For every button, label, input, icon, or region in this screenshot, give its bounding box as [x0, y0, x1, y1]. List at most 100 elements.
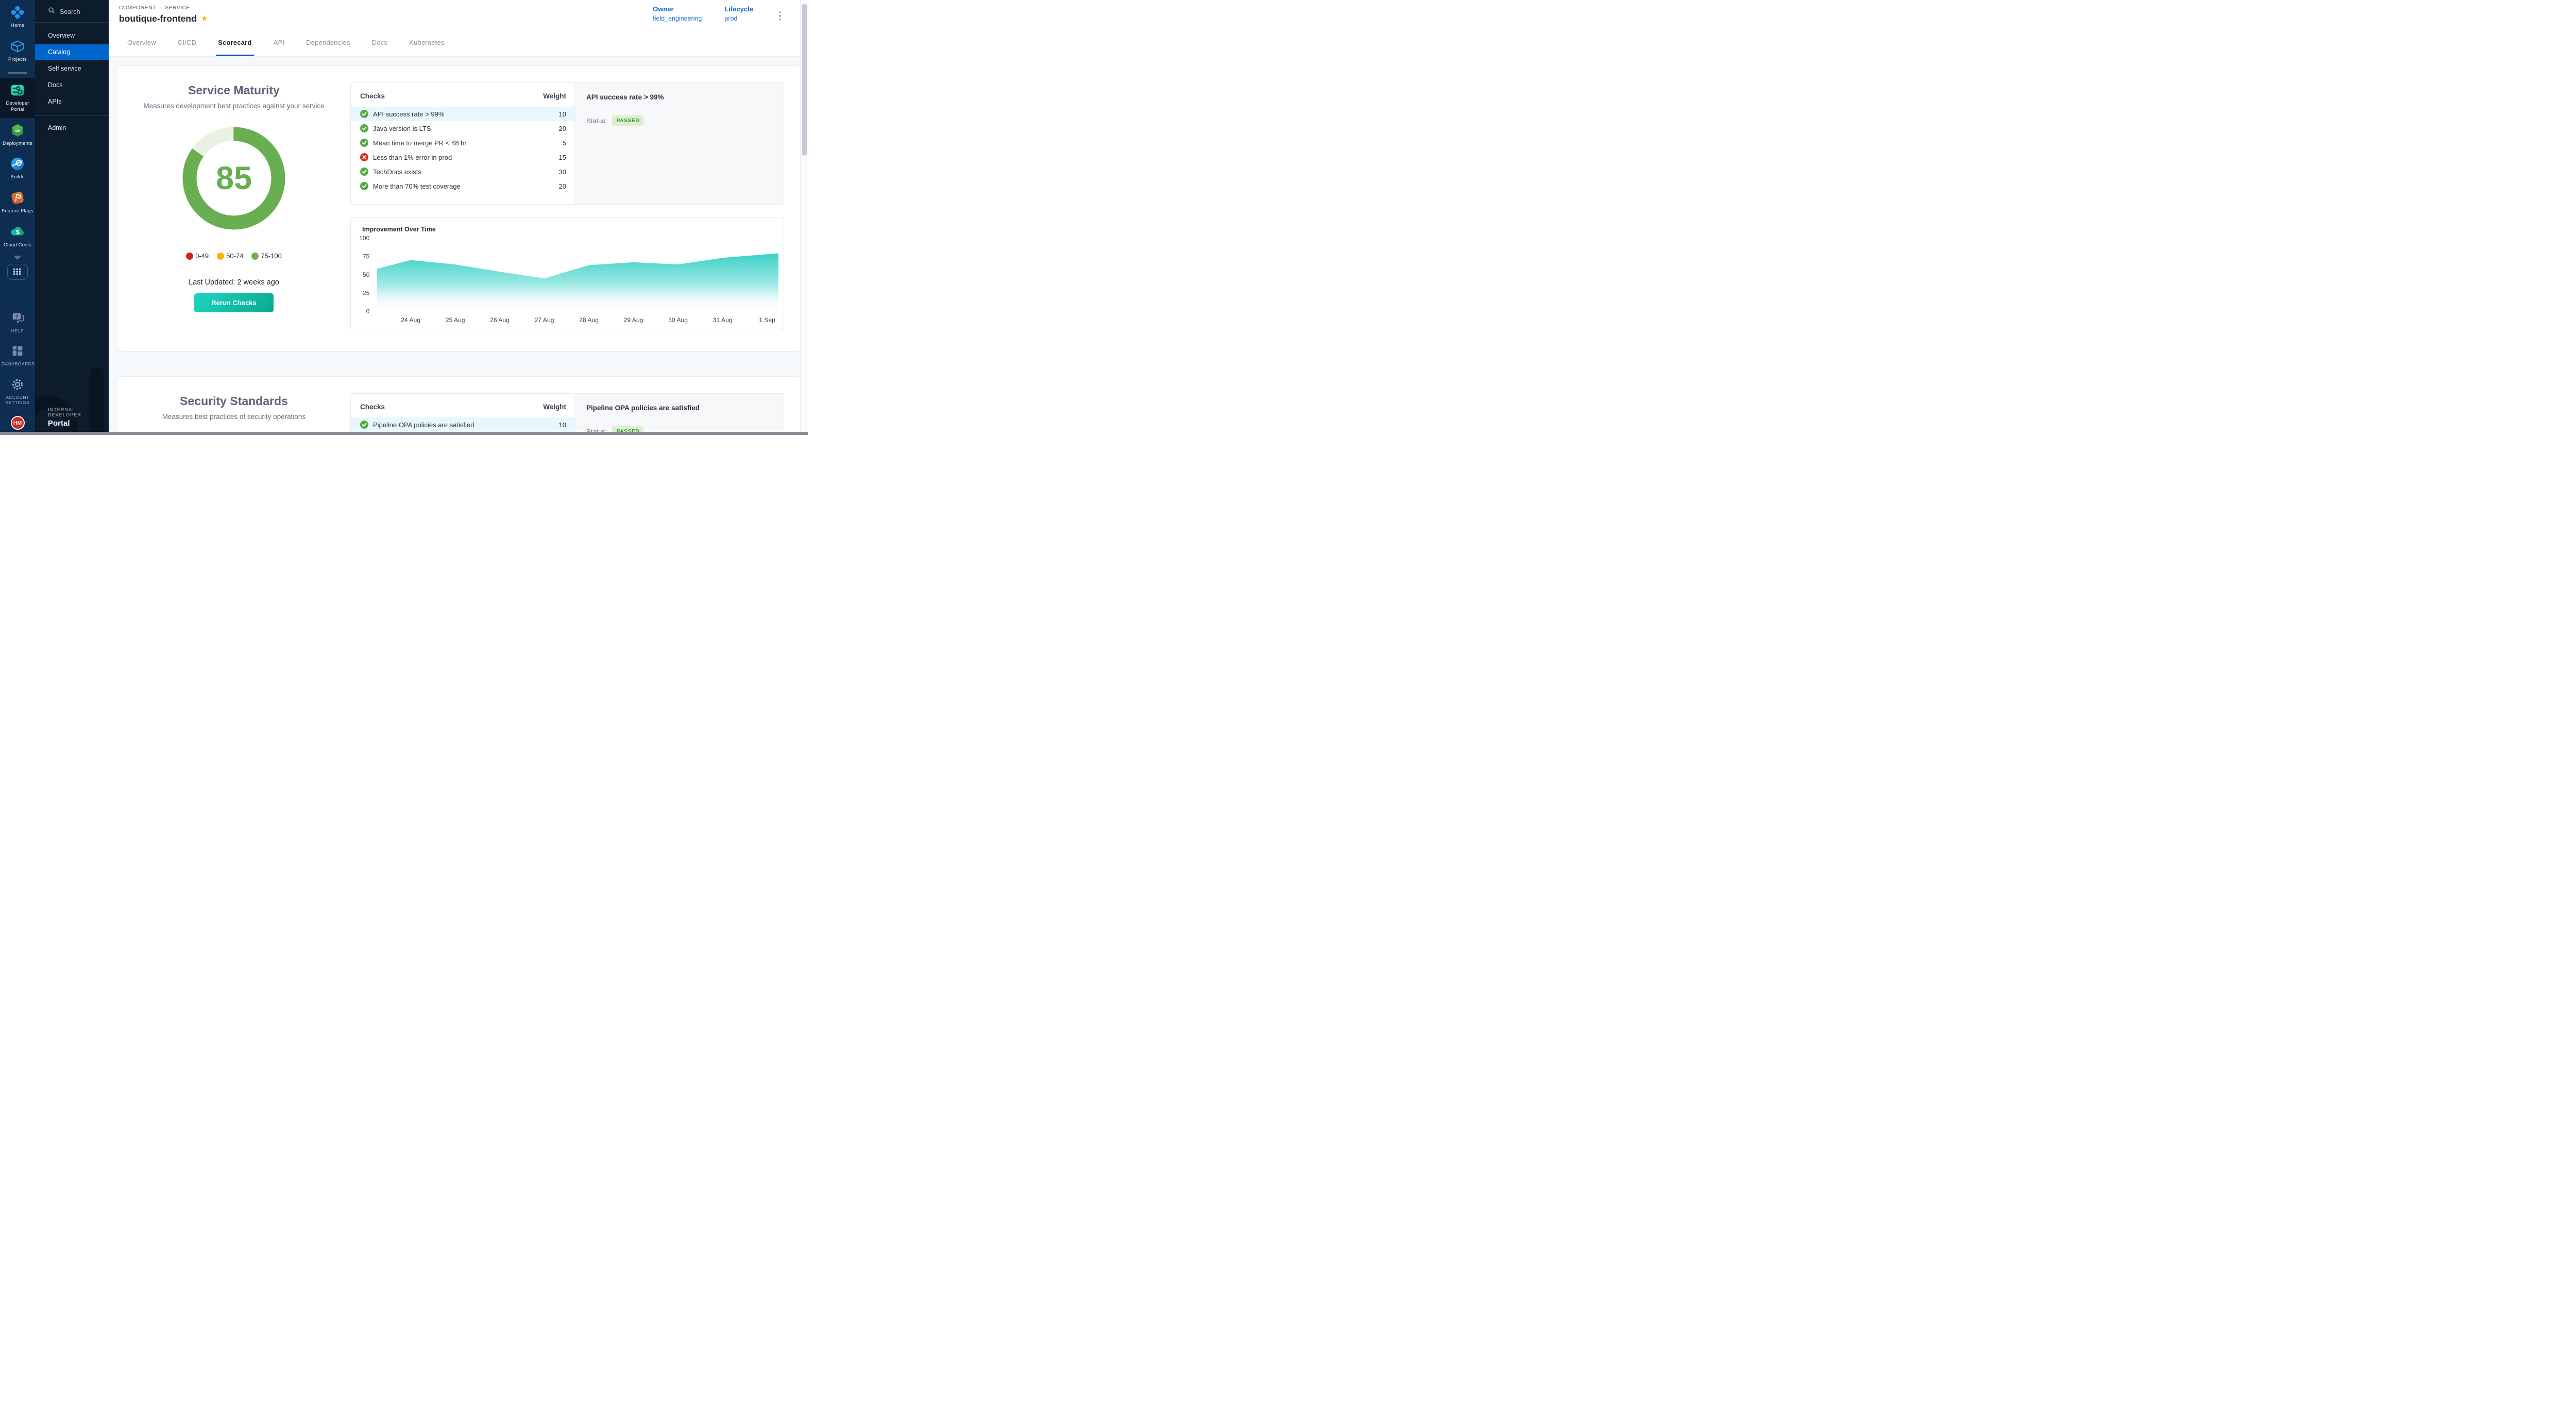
check-label: Less than 1% error in prod	[373, 154, 559, 161]
sidenav-item-apis[interactable]: APIs	[35, 94, 109, 109]
module-home[interactable]: Home	[0, 0, 35, 34]
score-value: 85	[181, 125, 287, 231]
card-title: Service Maturity	[188, 83, 280, 97]
svg-text:1 Sep: 1 Sep	[759, 316, 775, 324]
legend-dot	[251, 253, 259, 260]
owner-label: Owner	[653, 5, 702, 13]
module-picker-button[interactable]	[7, 264, 28, 280]
card-subtitle: Measures best practices of security oper…	[162, 413, 306, 421]
tab-api[interactable]: API	[274, 29, 285, 56]
check-label: Mean time to merge PR < 48 hr	[373, 139, 563, 147]
check-weight: 15	[559, 154, 566, 161]
main-area: COMPONENT — SERVICE boutique-frontend ★ …	[109, 0, 808, 435]
column-header-checks: Checks	[360, 92, 385, 100]
tab-dependencies[interactable]: Dependencies	[306, 29, 350, 56]
grid-dots-icon	[13, 269, 22, 276]
score-legend: 0-4950-7475-100	[186, 252, 282, 260]
last-updated-text: Last Updated: 2 weeks ago	[189, 278, 279, 287]
tab-ci-cd[interactable]: CI/CD	[178, 29, 196, 56]
check-row-less-than-1-error-in-prod[interactable]: Less than 1% error in prod15	[351, 150, 574, 164]
sidenav-item-catalog[interactable]: Catalog	[35, 44, 109, 60]
module-projects[interactable]: Projects	[0, 34, 35, 68]
check-row-techdocs-exists[interactable]: TechDocs exists30	[351, 164, 574, 179]
check-detail-title: Pipeline OPA policies are satisfied	[586, 404, 772, 412]
owner-value-link[interactable]: field_engineering	[653, 15, 702, 22]
module-label: Projects	[8, 57, 27, 63]
portal-eyebrow: INTERNAL DEVELOPER	[48, 407, 109, 417]
side-nav: Search OverviewCatalogSelf serviceDocsAP…	[35, 0, 109, 435]
check-row-java-version-is-lts[interactable]: Java version is LTS20	[351, 121, 574, 136]
checks-table: Checks Weight Pipeline OPA policies are …	[351, 394, 574, 435]
status-label: Status:	[586, 117, 607, 125]
check-row-api-success-rate-99[interactable]: API success rate > 99%10	[351, 107, 574, 121]
legend-label: 0-49	[195, 252, 209, 260]
scorecard-content: Service Maturity Measures development be…	[109, 57, 808, 435]
sidenav-item-self-service[interactable]: Self service	[35, 61, 109, 76]
portal-title: Portal	[48, 419, 109, 428]
favorite-star-icon[interactable]: ★	[201, 15, 208, 23]
home-icon	[10, 5, 25, 20]
module-sidebar: Home Projects Developer Portal ∞ Deployments…	[0, 0, 35, 435]
check-detail-panel: Pipeline OPA policies are satisfied Stat…	[574, 394, 784, 435]
search-placeholder: Search	[60, 8, 80, 15]
svg-text:25 Aug: 25 Aug	[446, 316, 465, 324]
scorecard-card-service-maturity: Service Maturity Measures development be…	[117, 66, 802, 351]
rerun-checks-button[interactable]: Rerun Checks	[194, 293, 274, 312]
svg-text:29 Aug: 29 Aug	[624, 316, 643, 324]
footer-dashboards[interactable]: DASHBOARDS	[0, 339, 35, 372]
svg-text:26 Aug: 26 Aug	[490, 316, 510, 324]
svg-text:0: 0	[366, 308, 370, 315]
chevron-down-icon[interactable]	[13, 256, 22, 260]
module-label: Cloud Costs	[4, 242, 31, 248]
check-label: Java version is LTS	[373, 125, 559, 132]
lifecycle-block: Lifecycle prod	[724, 5, 753, 22]
check-failed-icon	[360, 153, 368, 161]
footer-help[interactable]: ?HELP	[0, 306, 35, 339]
footer-account-settings[interactable]: ACCOUNT SETTINGS	[0, 372, 35, 411]
user-avatar[interactable]: HM	[11, 416, 25, 430]
legend-item: 0-49	[186, 252, 209, 260]
module-feature-flags[interactable]: Feature Flags	[0, 186, 35, 220]
legend-dot	[186, 253, 193, 260]
tab-kubernetes[interactable]: Kubernetes	[409, 29, 445, 56]
sidenav-item-admin[interactable]: Admin	[35, 115, 109, 136]
vertical-scrollbar[interactable]	[800, 0, 808, 432]
legend-label: 50-74	[226, 252, 243, 260]
lifecycle-value[interactable]: prod	[724, 15, 753, 22]
module-label: Feature Flags	[2, 208, 33, 214]
kebab-menu-icon[interactable]	[776, 8, 784, 24]
search-input[interactable]: Search	[35, 0, 109, 22]
check-row-pipeline-opa-policies-are-satisfied[interactable]: Pipeline OPA policies are satisfied10	[351, 417, 574, 432]
module-cloud-costs[interactable]: $Cloud Costs	[0, 220, 35, 254]
scorecard-card-security-standards: Security Standards Measures best practic…	[117, 377, 802, 435]
module-deployments[interactable]: ∞ Deployments	[0, 118, 35, 152]
check-passed-icon	[360, 139, 368, 147]
app-window: Home Projects Developer Portal ∞ Deployments…	[0, 0, 808, 435]
sidenav-item-docs[interactable]: Docs	[35, 77, 109, 93]
developer-portal-icon	[10, 82, 25, 98]
check-weight: 10	[559, 421, 566, 429]
check-passed-icon	[360, 182, 368, 190]
module-label: Builds	[10, 174, 24, 180]
sidenav-item-overview[interactable]: Overview	[35, 28, 109, 43]
tab-docs[interactable]: Docs	[372, 29, 387, 56]
checks-panel: Checks Weight Pipeline OPA policies are …	[350, 393, 784, 435]
entity-header: COMPONENT — SERVICE boutique-frontend ★ …	[109, 0, 808, 29]
tab-overview[interactable]: Overview	[127, 29, 156, 56]
tab-scorecard[interactable]: Scorecard	[218, 29, 251, 56]
dashboards-icon	[10, 343, 25, 359]
breadcrumb: COMPONENT — SERVICE	[119, 5, 208, 11]
module-developer-portal[interactable]: Developer Portal	[0, 78, 35, 118]
improvement-chart-card: Improvement Over Time 025507510024 Aug25…	[350, 217, 784, 330]
module-label: Deployments	[3, 141, 32, 147]
module-builds[interactable]: Builds	[0, 152, 35, 186]
check-row-more-than-70-test-coverage[interactable]: More than 70% test coverage20	[351, 179, 574, 193]
horizontal-scrollbar[interactable]	[0, 432, 808, 435]
check-weight: 20	[559, 125, 566, 132]
check-passed-icon	[360, 421, 368, 429]
svg-text:25: 25	[363, 290, 370, 297]
deployments-icon: ∞	[10, 123, 25, 138]
builds-icon	[10, 156, 25, 172]
check-row-mean-time-to-merge-pr-48-hr[interactable]: Mean time to merge PR < 48 hr5	[351, 136, 574, 150]
vertical-scrollbar-thumb[interactable]	[802, 4, 807, 156]
